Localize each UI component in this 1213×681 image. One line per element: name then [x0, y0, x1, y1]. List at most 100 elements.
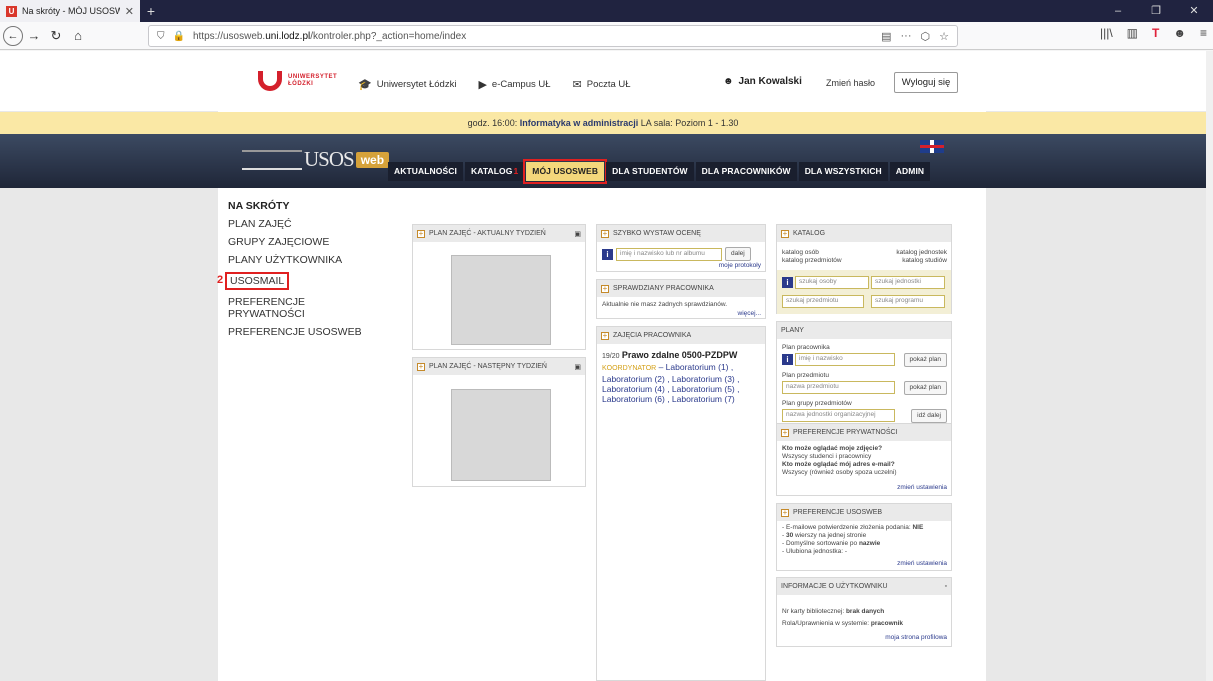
org-unit-input[interactable]: nazwa jednostki organizacyjnej: [782, 409, 895, 422]
user-name[interactable]: ☻ Jan Kowalski: [723, 76, 802, 87]
course-name-link[interactable]: Prawo zdalne: [622, 350, 680, 360]
english-flag-icon[interactable]: [920, 140, 944, 153]
browser-tab[interactable]: U Na skróty - MÓJ USOSWEB - U: ✕: [0, 0, 140, 22]
expand-icon[interactable]: +: [601, 229, 609, 238]
calendar-icon[interactable]: ▣: [574, 363, 581, 371]
lock-icon: 🔒: [172, 30, 185, 42]
browser-tabstrip: U Na skróty - MÓJ USOSWEB - U: ✕ + – ❐ ✕: [0, 0, 1213, 22]
new-tab-button[interactable]: +: [140, 0, 162, 22]
bookmark-star-icon[interactable]: ☆: [939, 30, 949, 43]
menu-admin[interactable]: ADMIN: [889, 162, 931, 181]
link-poczta[interactable]: ✉ Poczta UŁ: [573, 78, 631, 91]
show-plan-button-1[interactable]: pokaż plan: [903, 353, 947, 367]
employee-name-input[interactable]: imię i nazwisko: [795, 353, 895, 366]
expand-icon[interactable]: +: [781, 229, 789, 238]
link-ecampus[interactable]: ▶ e-Campus UŁ: [478, 78, 550, 91]
more-link[interactable]: więcej...: [738, 310, 761, 317]
sidenav-grupy[interactable]: GRUPY ZAJĘCIOWE: [228, 236, 362, 248]
back-arrow-icon[interactable]: ←: [3, 25, 23, 46]
mail-icon: ✉: [572, 79, 582, 91]
info-icon: i: [782, 354, 793, 365]
restore-button[interactable]: ❐: [1137, 0, 1175, 22]
catalog-units-link[interactable]: katalog jednostek: [896, 249, 947, 257]
quick-grade-panel: + SZYBKO WYSTAW OCENĘ i imię i nazwisko l…: [596, 224, 766, 272]
profile-page-link[interactable]: moja strona profilowa: [885, 634, 947, 641]
student-search-input[interactable]: imię i nazwisko lub nr albumu: [616, 247, 722, 261]
change-password-link[interactable]: Zmień hasło: [826, 78, 875, 88]
logout-button[interactable]: Wyloguj się: [894, 72, 958, 93]
expand-icon[interactable]: +: [417, 229, 425, 238]
course-name-input[interactable]: nazwa przedmiotu: [782, 381, 895, 394]
menu-moj-usosweb[interactable]: MÓJ USOSWEB: [523, 159, 608, 184]
search-program-input[interactable]: szukaj programu: [871, 295, 945, 308]
change-settings-link[interactable]: zmień ustawienia: [897, 560, 947, 567]
mini-calendar[interactable]: [451, 389, 551, 481]
top-band: UNIWERSYTET ŁÓDZKI 🎓 Uniwersytet Łódzki ▶ e…: [0, 51, 1206, 111]
shield-icon: ⛉: [157, 30, 165, 42]
search-unit-input[interactable]: szukaj jednostki: [871, 276, 945, 289]
expand-icon[interactable]: +: [781, 428, 789, 437]
expand-icon[interactable]: +: [601, 284, 609, 293]
go-next-button[interactable]: idź dalej: [911, 409, 947, 423]
home-icon[interactable]: ⌂: [67, 25, 89, 47]
show-plan-button-2[interactable]: pokaż plan: [903, 381, 947, 395]
expand-icon[interactable]: +: [781, 508, 789, 517]
menu-dla-wszystkich[interactable]: DLA WSZYSTKICH: [798, 162, 888, 181]
sidenav-plan-zajec[interactable]: PLAN ZAJĘĆ: [228, 218, 362, 230]
menu-dla-pracownikow[interactable]: DLA PRACOWNIKÓW: [695, 162, 797, 181]
account-icon[interactable]: ☻: [1173, 26, 1186, 40]
expand-icon[interactable]: +: [601, 331, 609, 340]
privacy-pref-panel: + PREFERENCJE PRYWATNOŚCI Kto może ogląda…: [776, 423, 952, 496]
ul-logo[interactable]: UNIWERSYTET ŁÓDZKI: [258, 71, 337, 91]
link-uniwersytet[interactable]: 🎓 Uniwersytet Łódzki: [358, 78, 456, 91]
info-bar: godz. 16:00: Informatyka w administracji…: [0, 112, 1206, 134]
catalog-people-link[interactable]: katalog osób: [782, 249, 819, 257]
sidenav-pref-usosweb[interactable]: PREFERENCJE USOSWEB: [228, 326, 362, 338]
page-viewport: UNIWERSYTET ŁÓDZKI 🎓 Uniwersytet Łódzki ▶ e…: [0, 51, 1206, 681]
plan-current-week-panel: + PLAN ZAJĘĆ - AKTUALNY TYDZIEŃ ▣: [412, 224, 586, 350]
minimize-button[interactable]: –: [1099, 0, 1137, 22]
url-bar[interactable]: ⛉ 🔒 https://usosweb.uni.lodz.pl/kontrole…: [148, 25, 958, 47]
sidenav-pref-prywatnosci[interactable]: PREFERENCJE PRYWATNOŚCI: [228, 296, 338, 320]
sidenav-usosmail[interactable]: USOSMAIL: [225, 272, 290, 290]
change-settings-link[interactable]: zmień ustawienia: [897, 484, 947, 491]
library-icon[interactable]: |||\: [1100, 26, 1113, 40]
katalog-panel: + KATALOG katalog osób katalog jednostek …: [776, 224, 952, 314]
usosweb-logo[interactable]: USOS web: [242, 147, 390, 172]
hamburger-menu-icon[interactable]: ≡: [1200, 26, 1207, 40]
menu-katalog[interactable]: KATALOG1: [464, 162, 525, 181]
catalog-studies-link[interactable]: katalog studiów: [902, 257, 947, 265]
tab-title: Na skróty - MÓJ USOSWEB - U:: [22, 6, 120, 16]
tests-panel: + SPRAWDZIANY PRACOWNIKA Aktualnie nie ma…: [596, 279, 766, 319]
user-info-panel: INFORMACJE O UŻYTKOWNIKU ▫ Nr karty bibli…: [776, 577, 952, 647]
annotation-1: 1: [513, 166, 519, 176]
info-toggle-icon[interactable]: ▫: [945, 583, 947, 590]
mini-calendar[interactable]: [451, 255, 551, 345]
usosweb-pref-panel: + PREFERENCJE USOSWEB - E-mailowe potwier…: [776, 503, 952, 571]
user-icon: ☻: [723, 76, 734, 87]
reload-icon[interactable]: ↻: [45, 25, 67, 47]
sidebar-icon[interactable]: ▥: [1127, 26, 1138, 40]
extension-t-icon[interactable]: T: [1152, 26, 1159, 40]
catalog-courses-link[interactable]: katalog przedmiotów: [782, 257, 842, 265]
search-course-input[interactable]: szukaj przedmiotu: [782, 295, 864, 308]
sidenav: NA SKRÓTY PLAN ZAJĘĆ GRUPY ZAJĘCIOWE PLA…: [217, 200, 362, 344]
menu-aktualnosci[interactable]: AKTUALNOŚCI: [388, 162, 463, 181]
plan-next-week-panel: + PLAN ZAJĘĆ - NASTĘPNY TYDZIEŃ ▣: [412, 357, 586, 487]
search-person-input[interactable]: szukaj osoby: [795, 276, 869, 289]
close-window-button[interactable]: ✕: [1175, 0, 1213, 22]
menu-dla-studentow[interactable]: DLA STUDENTÓW: [606, 162, 694, 181]
calendar-icon[interactable]: ▣: [574, 230, 581, 238]
close-tab-icon[interactable]: ✕: [125, 5, 134, 18]
protocols-link[interactable]: moje protokoły: [719, 262, 761, 269]
pocket-icon[interactable]: ⬡: [921, 30, 931, 43]
expand-icon[interactable]: +: [417, 362, 425, 371]
more-actions-icon[interactable]: ···: [901, 30, 912, 43]
sidenav-plany-uzytkownika[interactable]: PLANY UŻYTKOWNIKA: [228, 254, 362, 266]
reader-view-icon[interactable]: ▤: [881, 30, 891, 43]
annotation-2: 2: [217, 274, 224, 286]
page-scrollbar[interactable]: [1206, 51, 1213, 681]
forward-arrow-icon[interactable]: →: [23, 25, 45, 47]
info-icon: i: [602, 248, 613, 260]
next-button[interactable]: dalej: [725, 247, 751, 261]
